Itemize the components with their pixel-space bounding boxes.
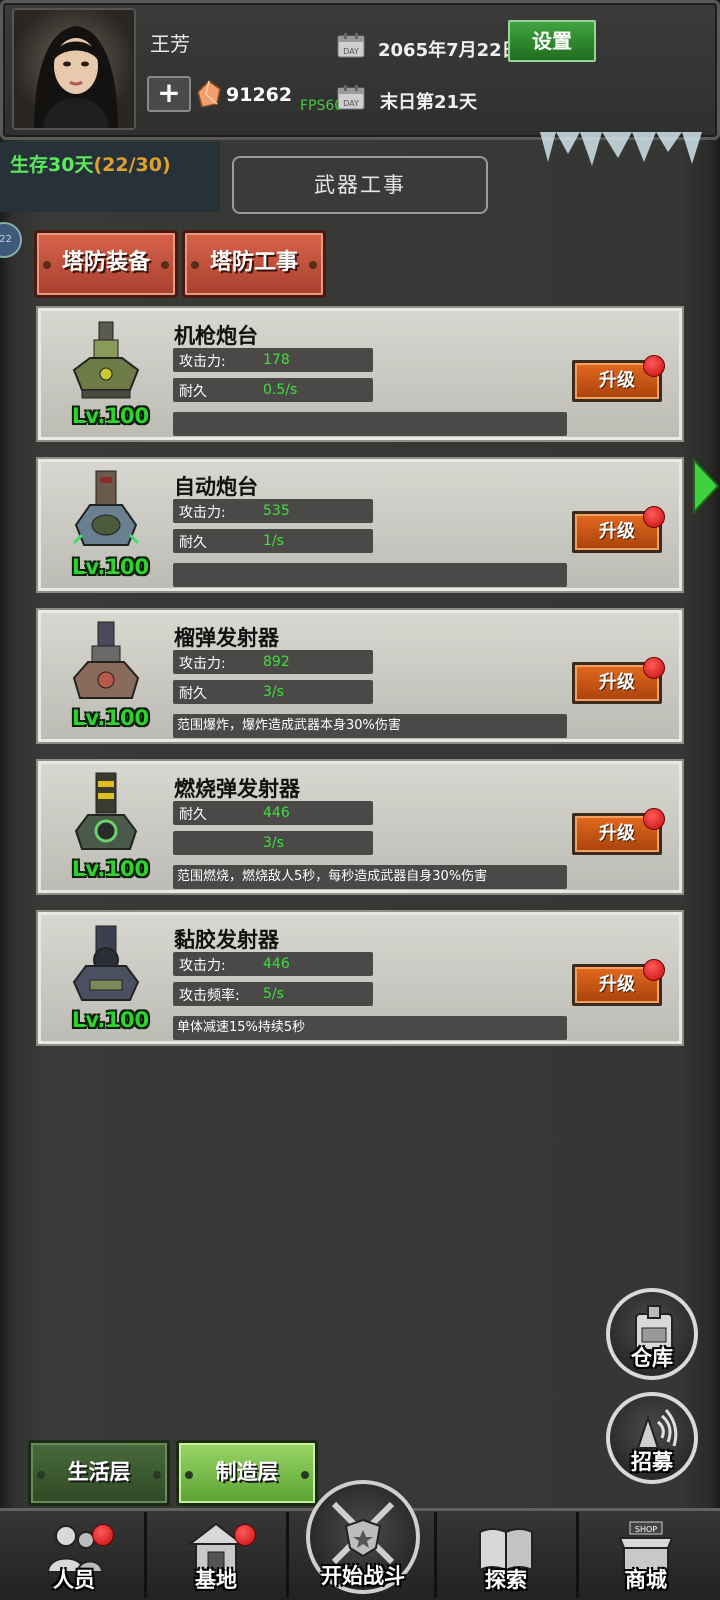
notification-dot: [643, 506, 665, 528]
stat-value: 1/s: [263, 533, 284, 549]
stat-row: 3/s: [173, 831, 373, 855]
upgrade-button[interactable]: 升级: [572, 657, 665, 704]
gem-icon: [197, 80, 221, 108]
weapon-name: 自动炮台: [174, 475, 258, 499]
svg-text:DAY: DAY: [343, 47, 359, 56]
living-layer-button[interactable]: 生活层: [28, 1440, 170, 1506]
glue-launcher-icon: [72, 925, 140, 1001]
stat-label: 攻击频率:: [179, 988, 240, 1004]
calendar-icon: DAY: [337, 85, 365, 110]
weapon-description: 单体减速15%持续5秒: [173, 1016, 567, 1040]
stat-row: 耐久 1/s: [173, 529, 373, 553]
nav-personnel[interactable]: 人员: [14, 1518, 134, 1600]
machine-gun-turret-icon: [72, 321, 140, 399]
stat-value: 3/s: [263, 684, 284, 700]
stat-row: 耐久 446: [173, 801, 373, 825]
stat-label: 耐久: [179, 535, 207, 551]
icicles-decoration: [540, 132, 702, 166]
stat-label: 攻击力:: [179, 505, 226, 521]
weapon-description: [173, 563, 567, 587]
auto-turret-icon: [72, 470, 140, 546]
stat-label: 耐久: [179, 807, 207, 823]
recruit-button[interactable]: 招募: [606, 1392, 698, 1484]
stat-label: 耐久: [179, 384, 207, 400]
game-date: 2065年7月22日: [378, 40, 520, 61]
stat-value: 892: [263, 654, 290, 670]
stat-label: 攻击力:: [179, 958, 226, 974]
weapon-level: Lv.100: [72, 1008, 150, 1032]
notification-dot: [643, 657, 665, 679]
weapon-level: Lv.100: [72, 404, 150, 428]
tab-tower-equipment[interactable]: 塔防装备: [34, 230, 178, 298]
gem-count: 91262: [226, 84, 293, 106]
settings-button[interactable]: 设置: [508, 20, 596, 62]
notification-dot: [643, 959, 665, 981]
stat-value: 535: [263, 503, 290, 519]
weapon-description: 范围燃烧，燃烧敌人5秒，每秒造成武器自身30%伤害: [173, 865, 567, 889]
upgrade-button[interactable]: 升级: [572, 506, 665, 553]
stat-row: 攻击力: 892: [173, 650, 373, 674]
weapon-name: 燃烧弹发射器: [174, 777, 300, 801]
tab-tower-fortification[interactable]: 塔防工事: [182, 230, 326, 298]
stat-value: 5/s: [263, 986, 284, 1002]
nav-shop[interactable]: SHOP 商城: [586, 1518, 706, 1600]
stat-value: 446: [263, 956, 290, 972]
notification-dot: [643, 355, 665, 377]
doom-day-counter: 末日第21天: [380, 92, 478, 113]
survival-quest-label[interactable]: 生存30天(22/30): [10, 150, 171, 177]
stat-row: 耐久 0.5/s: [173, 378, 373, 402]
survival-progress: (22/30): [93, 154, 171, 176]
svg-text:SHOP: SHOP: [635, 1525, 657, 1534]
nav-divider: [286, 1512, 289, 1598]
upgrade-button[interactable]: 升级: [572, 959, 665, 1006]
calendar-icon: DAY: [337, 33, 365, 58]
weapon-card-machine-gun: Lv.100 机枪炮台 攻击力: 178 耐久 0.5/s 升级: [36, 306, 684, 442]
weapon-card-incendiary-launcher: Lv.100 燃烧弹发射器 耐久 446 3/s 范围燃烧，燃烧敌人5秒，每秒造…: [36, 759, 684, 895]
add-gems-button[interactable]: +: [147, 76, 191, 112]
upgrade-button[interactable]: 升级: [572, 808, 665, 855]
grenade-launcher-icon: [72, 621, 140, 699]
svg-text:DAY: DAY: [343, 99, 359, 108]
next-page-arrow-icon[interactable]: [692, 458, 720, 514]
weapon-level: Lv.100: [72, 706, 150, 730]
notification-dot: [643, 808, 665, 830]
weapon-card-grenade-launcher: Lv.100 榴弹发射器 攻击力: 892 耐久 3/s 范围爆炸，爆炸造成武器…: [36, 608, 684, 744]
weapon-card-glue-launcher: Lv.100 黏胶发射器 攻击力: 446 攻击频率: 5/s 单体减速15%持…: [36, 910, 684, 1046]
weapon-description: 范围爆炸，爆炸造成武器本身30%伤害: [173, 714, 567, 738]
stat-row: 攻击力: 535: [173, 499, 373, 523]
stat-row: 攻击力: 446: [173, 952, 373, 976]
stat-label: 攻击力:: [179, 656, 226, 672]
stat-value: 446: [263, 805, 290, 821]
player-name: 王芳: [150, 32, 190, 56]
stat-label: 攻击力:: [179, 354, 226, 370]
nav-divider: [144, 1512, 147, 1598]
start-battle-label[interactable]: 开始战斗: [290, 1560, 436, 1590]
notification-dot: [234, 1524, 256, 1546]
warehouse-button[interactable]: 仓库: [606, 1288, 698, 1380]
weapon-name: 黏胶发射器: [174, 928, 279, 952]
nav-divider: [576, 1512, 579, 1598]
stat-row: 耐久 3/s: [173, 680, 373, 704]
stat-value: 178: [263, 352, 290, 368]
crafting-layer-button[interactable]: 制造层: [176, 1440, 318, 1506]
stat-value: 3/s: [263, 835, 284, 851]
nav-explore[interactable]: 探索: [446, 1518, 566, 1600]
weapon-card-auto-turret: Lv.100 自动炮台 攻击力: 535 耐久 1/s 升级: [36, 457, 684, 593]
section-title: 武器工事: [232, 156, 488, 214]
stat-row: 攻击频率: 5/s: [173, 982, 373, 1006]
weapon-level: Lv.100: [72, 555, 150, 579]
upgrade-button[interactable]: 升级: [572, 355, 665, 402]
weapon-name: 机枪炮台: [174, 324, 258, 348]
weapon-level: Lv.100: [72, 857, 150, 881]
notification-dot: [92, 1524, 114, 1546]
weapon-description: [173, 412, 567, 436]
stat-row: 攻击力: 178: [173, 348, 373, 372]
stat-value: 0.5/s: [263, 382, 298, 398]
incendiary-launcher-icon: [74, 772, 138, 850]
stat-label: 耐久: [179, 686, 207, 702]
weapon-name: 榴弹发射器: [174, 626, 279, 650]
nav-base[interactable]: 基地: [156, 1518, 276, 1600]
player-avatar[interactable]: [12, 8, 136, 130]
